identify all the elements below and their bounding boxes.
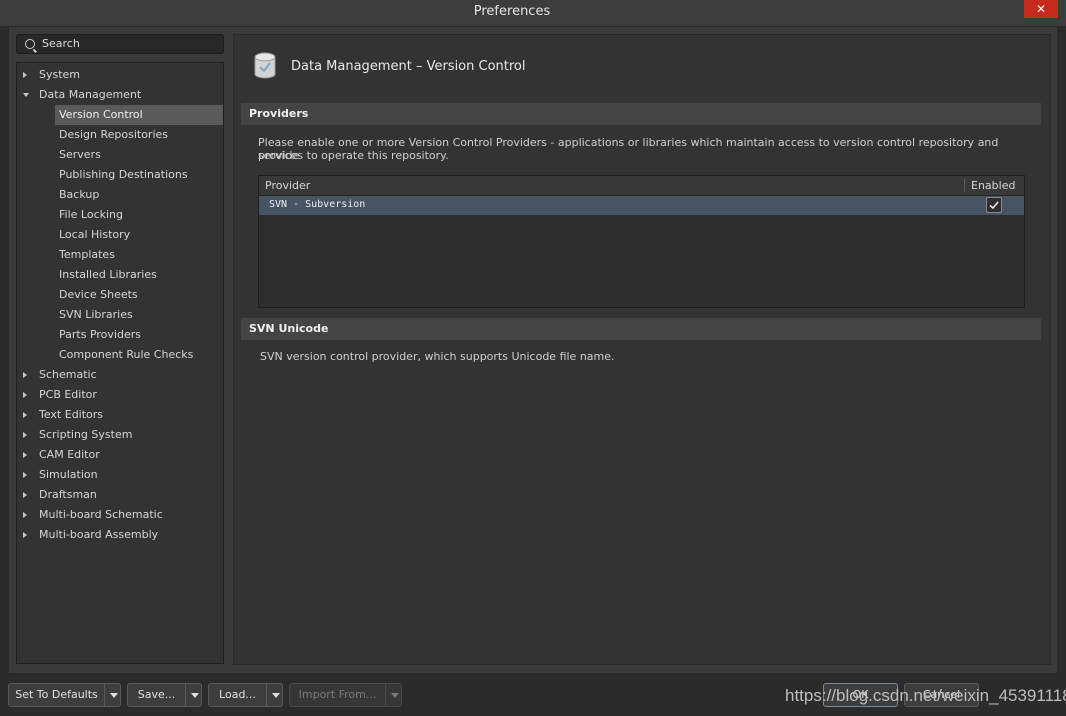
save-button[interactable]: Save... (127, 683, 202, 707)
import-from-button[interactable]: Import From... (289, 683, 402, 707)
window-title: Preferences (473, 4, 551, 19)
tree-item-text-editors[interactable]: Text Editors (23, 405, 103, 425)
providers-description-line2: services to operate this repository. (258, 149, 449, 162)
tree-item-pcb-editor[interactable]: PCB Editor (23, 385, 97, 405)
expand-triangle-icon[interactable] (23, 472, 27, 478)
expand-triangle-icon[interactable] (23, 392, 27, 398)
tree-item-parts-providers[interactable]: Parts Providers (55, 325, 223, 345)
tree-item-scripting-system[interactable]: Scripting System (23, 425, 132, 445)
svn-unicode-description: SVN version control provider, which supp… (260, 350, 615, 363)
tree-item-system[interactable]: System (23, 65, 80, 85)
column-header-enabled[interactable]: Enabled (971, 179, 1015, 192)
expand-triangle-icon[interactable] (23, 412, 27, 418)
tree-item-backup[interactable]: Backup (55, 185, 223, 205)
search-icon (25, 39, 35, 49)
page-title: Data Management – Version Control (291, 59, 526, 74)
expand-triangle-icon[interactable] (23, 532, 27, 538)
svn-unicode-section-header: SVN Unicode (241, 318, 1041, 340)
title-bar: Preferences ✕ (0, 0, 1066, 26)
preferences-tree[interactable]: System Data Management Version Control D… (16, 62, 224, 664)
expand-triangle-icon[interactable] (23, 372, 27, 378)
expand-triangle-icon[interactable] (23, 72, 27, 78)
dropdown-arrow-icon[interactable] (185, 684, 204, 706)
search-input[interactable]: Search (16, 34, 224, 54)
table-row[interactable]: SVN - Subversion (259, 196, 1024, 215)
tree-item-schematic[interactable]: Schematic (23, 365, 97, 385)
tree-item-multi-board-schematic[interactable]: Multi-board Schematic (23, 505, 163, 525)
expand-triangle-icon[interactable] (23, 452, 27, 458)
column-divider[interactable] (964, 179, 965, 192)
tree-item-device-sheets[interactable]: Device Sheets (55, 285, 223, 305)
close-icon[interactable]: ✕ (1024, 0, 1058, 18)
tree-item-templates[interactable]: Templates (55, 245, 223, 265)
tree-item-design-repositories[interactable]: Design Repositories (55, 125, 223, 145)
dropdown-arrow-icon[interactable] (104, 684, 123, 706)
expand-triangle-icon[interactable] (23, 432, 27, 438)
tree-item-version-control[interactable]: Version Control (55, 105, 223, 125)
load-button[interactable]: Load... (208, 683, 283, 707)
tree-item-publishing-destinations[interactable]: Publishing Destinations (55, 165, 223, 185)
provider-name: SVN - Subversion (269, 199, 366, 210)
watermark-text: https://blog.csdn.net/weixin_45391118 (785, 686, 1066, 705)
dropdown-arrow-icon[interactable] (385, 684, 404, 706)
expand-triangle-icon[interactable] (23, 512, 27, 518)
providers-section-header: Providers (241, 103, 1041, 125)
grid-header: Provider Enabled (259, 176, 1024, 196)
tree-item-multi-board-assembly[interactable]: Multi-board Assembly (23, 525, 158, 545)
tree-item-simulation[interactable]: Simulation (23, 465, 98, 485)
tree-item-installed-libraries[interactable]: Installed Libraries (55, 265, 223, 285)
tree-item-data-management[interactable]: Data Management (23, 85, 141, 105)
search-placeholder: Search (42, 37, 80, 50)
expand-triangle-icon[interactable] (23, 492, 27, 498)
column-header-provider[interactable]: Provider (265, 179, 310, 192)
checkmark-icon (989, 201, 999, 210)
tree-item-cam-editor[interactable]: CAM Editor (23, 445, 100, 465)
collapse-triangle-icon[interactable] (23, 93, 29, 97)
tree-item-component-rule-checks[interactable]: Component Rule Checks (55, 345, 223, 365)
set-to-defaults-button[interactable]: Set To Defaults (8, 683, 121, 707)
version-control-icon (254, 52, 276, 79)
providers-grid[interactable]: Provider Enabled SVN - Subversion (258, 175, 1025, 308)
tree-item-draftsman[interactable]: Draftsman (23, 485, 97, 505)
enabled-checkbox[interactable] (986, 197, 1002, 213)
tree-item-servers[interactable]: Servers (55, 145, 223, 165)
tree-item-svn-libraries[interactable]: SVN Libraries (55, 305, 223, 325)
tree-item-file-locking[interactable]: File Locking (55, 205, 223, 225)
dropdown-arrow-icon[interactable] (266, 684, 285, 706)
tree-item-local-history[interactable]: Local History (55, 225, 223, 245)
